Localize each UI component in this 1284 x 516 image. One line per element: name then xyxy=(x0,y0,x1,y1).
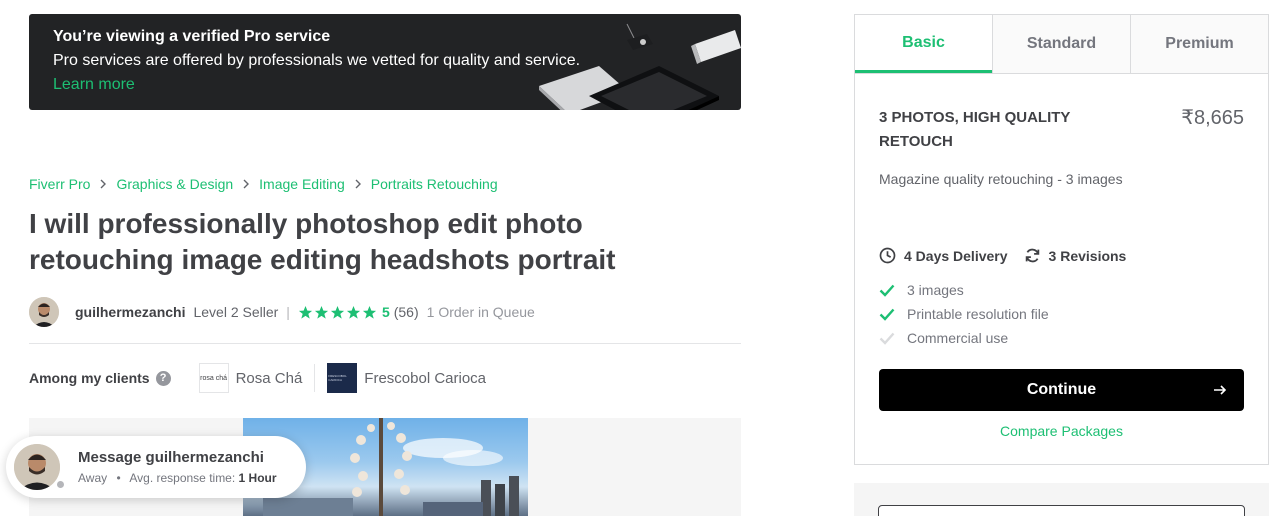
question-circle-icon[interactable]: ? xyxy=(155,370,171,386)
delivery-label: 4 Days Delivery xyxy=(904,247,1008,264)
clock-icon xyxy=(879,247,896,264)
package-card: Basic Standard Premium 3 PHOTOS, HIGH QU… xyxy=(854,14,1269,465)
gig-title: I will professionally photoshop edit pho… xyxy=(29,208,616,275)
client-logo: rosa chá xyxy=(198,363,229,393)
continue-button[interactable]: Continue xyxy=(879,369,1244,411)
breadcrumb-image-editing[interactable]: Image Editing xyxy=(259,176,345,192)
dot-separator: • xyxy=(116,471,121,485)
refresh-icon xyxy=(1025,248,1039,263)
review-count[interactable]: (56) xyxy=(394,304,419,320)
pro-banner-text: Pro services are offered by professional… xyxy=(53,52,581,69)
breadcrumb-portraits-retouching[interactable]: Portraits Retouching xyxy=(371,176,498,192)
message-text: Message guilhermezanchi Away • Avg. resp… xyxy=(78,449,277,485)
delivery-info: 4 Days Delivery xyxy=(879,247,1008,264)
star-icon xyxy=(314,305,328,319)
tab-basic[interactable]: Basic xyxy=(855,15,992,73)
star-icon xyxy=(298,305,312,319)
seller-avatar xyxy=(14,444,60,490)
chevron-right-icon xyxy=(354,179,362,189)
rating-score: 5 xyxy=(381,304,390,320)
client-frescobol-carioca[interactable]: FRESCOBOL CARIOCA Frescobol Carioca xyxy=(327,363,486,393)
feature-label: Printable resolution file xyxy=(907,306,1049,322)
seller-level: Level 2 Seller xyxy=(193,304,279,320)
response-time: 1 Hour xyxy=(238,471,277,485)
package-title: 3 PHOTOS, HIGH QUALITY RETOUCH xyxy=(879,109,1071,150)
client-logo: FRESCOBOL CARIOCA xyxy=(327,363,358,393)
breadcrumb-fiverr-pro[interactable]: Fiverr Pro xyxy=(29,176,90,192)
chevron-right-icon xyxy=(242,179,250,189)
feature-list: 3 images Printable resolution file Comme… xyxy=(879,278,1049,350)
tab-standard[interactable]: Standard xyxy=(992,15,1130,73)
tab-premium[interactable]: Premium xyxy=(1130,15,1268,73)
divider xyxy=(314,364,316,392)
package-tabs: Basic Standard Premium xyxy=(855,15,1268,74)
package-price: ₹8,665 xyxy=(1181,107,1244,129)
arrow-right-icon xyxy=(1214,385,1227,395)
feature-item: 3 images xyxy=(879,278,1049,302)
continue-label: Continue xyxy=(1026,381,1097,398)
secondary-card xyxy=(854,483,1269,516)
revisions-label: 3 Revisions xyxy=(1048,247,1127,264)
clients-label: Among my clients xyxy=(29,370,150,386)
divider: | xyxy=(286,304,290,320)
client-rosa-cha[interactable]: rosa chá Rosa Chá xyxy=(198,363,303,393)
revisions-info: 3 Revisions xyxy=(1024,247,1127,264)
seller-avatar[interactable] xyxy=(29,297,59,327)
check-icon xyxy=(879,284,895,297)
breadcrumb: Fiverr Pro Graphics & Design Image Editi… xyxy=(29,176,498,192)
star-icon xyxy=(330,305,344,319)
check-icon xyxy=(879,308,895,321)
response-label: Avg. response time: xyxy=(129,471,236,485)
feature-item: Printable resolution file xyxy=(879,302,1049,326)
package-meta: 4 Days Delivery 3 Revisions xyxy=(879,247,1142,264)
feature-label: 3 images xyxy=(907,282,964,298)
client-name: Frescobol Carioca xyxy=(364,369,487,387)
seller-name[interactable]: guilhermezanchi xyxy=(75,304,185,320)
star-icon xyxy=(346,305,360,319)
compare-packages-link[interactable]: Compare Packages xyxy=(855,423,1268,439)
clients-row: Among my clients ? rosa chá Rosa Chá FRE… xyxy=(29,362,498,394)
feature-item: Commercial use xyxy=(879,326,1049,350)
breadcrumb-graphics-design[interactable]: Graphics & Design xyxy=(116,176,233,192)
seller-overview: guilhermezanchi Level 2 Seller | 5 (56) … xyxy=(29,296,535,328)
feature-label: Commercial use xyxy=(907,330,1009,346)
client-name: Rosa Chá xyxy=(235,369,303,387)
pro-banner-title: You’re viewing a verified Pro service xyxy=(53,28,331,45)
pro-illustration-icon xyxy=(539,23,741,110)
star-icon xyxy=(362,305,376,319)
learn-more-link[interactable]: Learn more xyxy=(53,76,135,94)
contact-seller-bubble[interactable]: Message guilhermezanchi Away • Avg. resp… xyxy=(6,436,306,498)
chevron-right-icon xyxy=(99,179,107,189)
secondary-button[interactable] xyxy=(878,505,1245,516)
check-icon xyxy=(879,332,895,345)
message-status: Away • Avg. response time: 1 Hour xyxy=(78,471,277,485)
presence-indicator xyxy=(55,479,66,490)
rating-stars xyxy=(298,305,378,320)
orders-in-queue: 1 Order in Queue xyxy=(426,304,535,320)
package-description: Magazine quality retouching - 3 images xyxy=(879,171,1123,187)
section-divider xyxy=(29,343,741,344)
away-status: Away xyxy=(78,471,108,485)
package-content: 3 PHOTOS, HIGH QUALITY RETOUCH ₹8,665 Ma… xyxy=(855,74,1268,464)
message-title: Message guilhermezanchi xyxy=(78,449,264,466)
pro-banner: You’re viewing a verified Pro service Pr… xyxy=(29,14,741,110)
